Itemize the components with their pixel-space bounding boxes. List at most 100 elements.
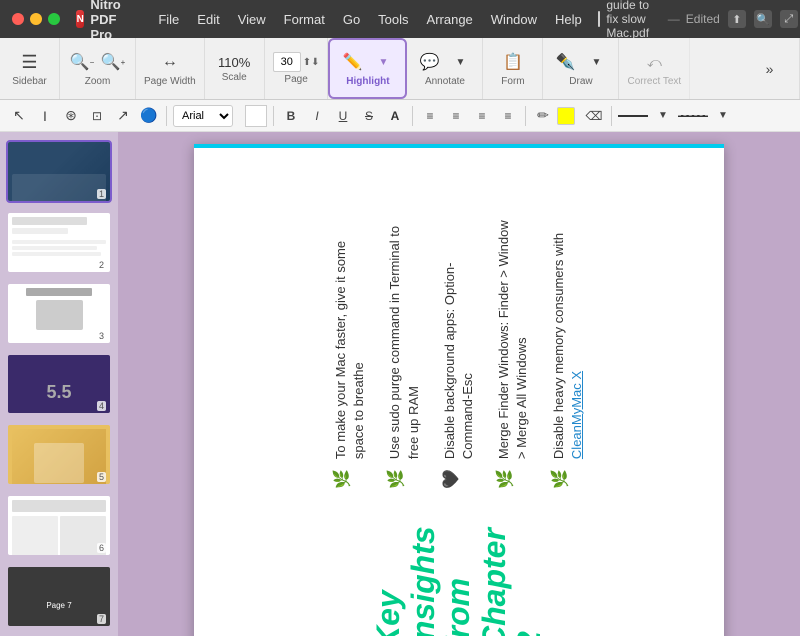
thumbnail-6[interactable]: 6 [6,494,112,557]
thumbnail-3[interactable]: 3 [6,282,112,345]
thumbnail-4[interactable]: 5.5 4 [6,353,112,416]
align-center-icon[interactable]: ≡ [445,105,467,127]
toolbar-more[interactable]: » [740,38,800,99]
pdf-content: Key insights from Chapter 2 🌿 To make yo… [194,144,724,636]
thumb-image-7: Page 7 [8,567,110,628]
cleanmymac-link[interactable]: CleanMyMac X [569,371,584,459]
draw-icon[interactable]: ✒️ [551,50,579,74]
toolbar-draw[interactable]: ✒️ ▼ Draw [543,38,619,99]
strikethrough-button[interactable]: S [358,105,380,127]
align-left-icon[interactable]: ≡ [419,105,441,127]
highlight-color-swatch[interactable] [557,107,575,125]
chapter-line1: Key insights [370,526,441,636]
cursor-tool-icon[interactable]: ↖ [8,105,30,127]
sidebar-toggle-icon[interactable]: ☰ [16,50,44,74]
bullet-item-1: 🌿 To make your Mac faster, give it some … [332,219,368,489]
menu-bar: File Edit View Format Go Tools Arrange W… [150,10,589,29]
highlight-pen-icon[interactable]: ✏️ [338,50,366,74]
form-label: Form [501,76,524,87]
bullet-item-3: 🖤 Disable background apps: Option-Comman… [441,219,477,489]
bullet-text-2: Use sudo purge command in Terminal to fr… [386,219,422,459]
menu-tools[interactable]: Tools [370,10,416,29]
lasso-icon[interactable]: ⊛ [60,105,82,127]
thumbnail-1[interactable]: 1 [6,140,112,203]
crop-icon[interactable]: ⊡ [86,105,108,127]
page-label: Page [284,74,307,85]
italic-button[interactable]: I [306,105,328,127]
highlight-icons: ✏️ ▼ [338,50,397,74]
align-justify-icon[interactable]: ≡ [497,105,519,127]
menu-go[interactable]: Go [335,10,368,29]
font-family-select[interactable]: Arial [173,105,233,127]
thumb-num-3: 3 [97,331,106,341]
erase-group: ⌫ [583,105,605,127]
correct-text-label: Correct Text [627,76,681,87]
sidebar-label: Sidebar [12,76,46,87]
highlight-color-icon[interactable]: ✏ [532,105,554,127]
bullet-icon-1: 🌿 [332,469,354,489]
fullscreen-icon[interactable]: ⤢ [780,10,798,28]
annotate-dropdown-icon[interactable]: ▼ [446,50,474,74]
close-button[interactable] [12,13,24,25]
form-icon[interactable]: 📋 [499,50,527,74]
thumb-num-6: 6 [97,543,106,553]
toolbar-form[interactable]: 📋 Form [483,38,543,99]
thumbnail-5[interactable]: 5 [6,423,112,486]
pen-icon: ✏ [537,107,549,124]
zoom-in-icon[interactable]: 🔍+ [99,50,127,74]
toolbar-highlight[interactable]: ✏️ ▼ Highlight [328,38,407,99]
bold-button[interactable]: B [280,105,302,127]
menu-window[interactable]: Window [483,10,545,29]
toolbar-sidebar[interactable]: ☰ Sidebar [0,38,60,99]
page-arrows: ⬆⬇ [303,57,320,68]
toolbar-page: ⬆⬇ Page [265,38,329,99]
thumbnail-7[interactable]: Page 7 7 [6,565,112,628]
menu-edit[interactable]: Edit [189,10,227,29]
scale-value[interactable]: 110% [218,55,250,70]
more-icon[interactable]: » [756,57,784,81]
pointer-icon[interactable]: ↗ [112,105,134,127]
annotate-icon[interactable]: 💬 [415,50,443,74]
thumb-num-4: 4 [97,401,106,411]
highlight-dropdown-icon[interactable]: ▼ [369,50,397,74]
page-number-input[interactable] [273,52,301,72]
toolbar-annotate[interactable]: 💬 ▼ Annotate [407,38,483,99]
menu-arrange[interactable]: Arrange [419,10,481,29]
toolbar-zoom[interactable]: 🔍− 🔍+ Zoom [60,38,136,99]
bullet-icon-4: 🌿 [495,469,517,489]
search-titlebar-icon[interactable]: 🔍 [754,10,772,28]
toolbar-correct-text[interactable]: ⤺ Correct Text [619,38,690,99]
correct-text-icon[interactable]: ⤺ [640,50,668,74]
underline-button[interactable]: U [332,105,354,127]
separator-4 [525,106,526,126]
traffic-lights [12,13,60,25]
menu-help[interactable]: Help [547,10,590,29]
draw-dropdown-icon[interactable]: ▼ [582,50,610,74]
separator-1 [166,106,167,126]
toolbar-page-width[interactable]: ↔ Page Width [136,38,205,99]
bullet-text-1: To make your Mac faster, give it some sp… [332,219,368,459]
menu-view[interactable]: View [230,10,274,29]
eraser-icon[interactable]: ⌫ [583,105,605,127]
pdf-page: Key insights from Chapter 2 🌿 To make yo… [194,144,724,636]
thumbnail-2[interactable]: 2 [6,211,112,274]
text-select-icon[interactable]: I [34,105,56,127]
menu-format[interactable]: Format [276,10,333,29]
font-size-input[interactable] [245,105,267,127]
font-color-button[interactable]: A [384,105,406,127]
line-dropdown-icon[interactable]: ▼ [652,105,674,127]
line-style-dropdown-icon[interactable]: ▼ [712,105,734,127]
stamp-icon[interactable]: 🔵 [138,105,160,127]
draw-icons: ✒️ ▼ [551,50,610,74]
page-width-icon[interactable]: ↔ [156,50,184,74]
thumb-num-5: 5 [97,472,106,482]
share-icon[interactable]: ⬆ [728,10,746,28]
maximize-button[interactable] [48,13,60,25]
minimize-button[interactable] [30,13,42,25]
bullet-text-3: Disable background apps: Option-Command-… [441,219,477,459]
line-sample [618,115,648,117]
menu-file[interactable]: File [150,10,187,29]
bullet-icon-2: 🌿 [386,469,408,489]
zoom-out-icon[interactable]: 🔍− [68,50,96,74]
align-right-icon[interactable]: ≡ [471,105,493,127]
